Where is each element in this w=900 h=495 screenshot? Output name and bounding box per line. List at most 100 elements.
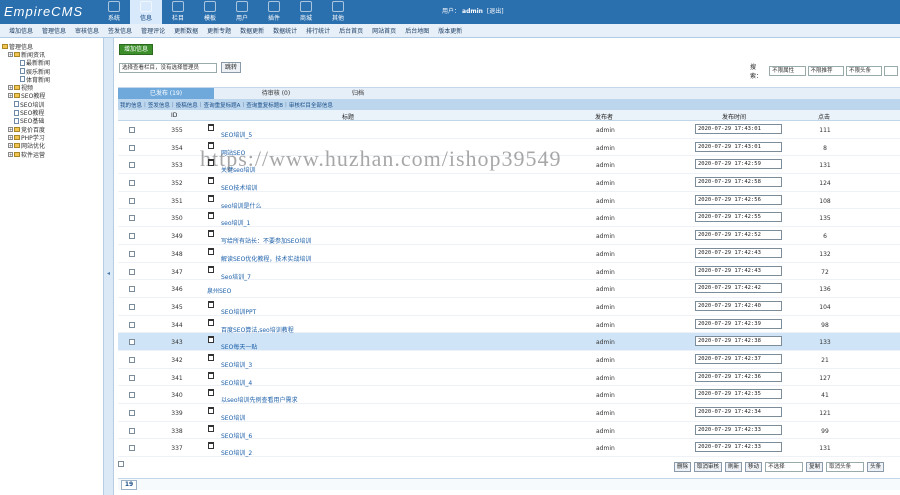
expand-icon[interactable]: + [8, 126, 13, 132]
submenu-item[interactable]: 网站首页 [372, 26, 396, 35]
delete-button[interactable]: 删除 [674, 462, 692, 472]
recommend-select[interactable]: 不限推荐 [807, 66, 844, 76]
row-checkbox[interactable] [129, 286, 135, 293]
row-checkbox[interactable] [129, 303, 135, 310]
submenu-item[interactable]: 签发信息 [108, 26, 132, 35]
row-title-link[interactable]: SEO培训_4 [221, 378, 252, 387]
tree-item[interactable]: + 新闻资讯 [2, 50, 101, 59]
row-title-link[interactable]: SEO培训_6 [221, 431, 252, 440]
submenu-item[interactable]: 审核信息 [75, 26, 99, 35]
table-row[interactable]: 350 seo培训_1 admin 2020-07-29 17:42:55 135 [118, 209, 900, 227]
tree-item[interactable]: 管理信息 [2, 42, 101, 51]
tree-item[interactable]: SEO基础 [2, 117, 101, 125]
row-title-link[interactable]: SEO每天一贴 [221, 342, 257, 351]
row-title-link[interactable]: SEO技术培训 [221, 183, 257, 192]
table-row[interactable]: 355 SEO培训_5 admin 2020-07-29 17:43:01 111 [118, 121, 900, 139]
topnav-item[interactable]: 系统 [98, 0, 130, 24]
tree-item[interactable]: + 网站优化 [2, 142, 101, 150]
row-time-field[interactable]: 2020-07-29 17:42:37 [695, 353, 782, 364]
submenu-item[interactable]: 更新数据 [174, 26, 198, 35]
table-row[interactable]: 341 SEO培训_4 admin 2020-07-29 17:42:36 127 [118, 369, 900, 387]
row-time-field[interactable]: 2020-07-29 17:43:01 [695, 124, 782, 134]
table-row[interactable]: 348 解读SEO优化教程，技术实战培训 admin 2020-07-29 17:42… [118, 245, 900, 263]
row-checkbox[interactable] [129, 180, 135, 187]
row-time-field[interactable]: 2020-07-29 17:42:34 [695, 407, 782, 417]
row-checkbox[interactable] [129, 250, 135, 257]
tree-item[interactable]: + 视频 [2, 83, 101, 92]
tree-item[interactable]: + PHP学习 [2, 133, 101, 142]
row-title-link[interactable]: 百度SEO算法,seo培训教程 [221, 325, 294, 334]
expand-icon[interactable]: + [8, 51, 13, 57]
row-time-field[interactable]: 2020-07-29 17:42:43 [695, 265, 782, 276]
expand-icon[interactable]: + [8, 134, 13, 140]
expand-icon[interactable]: + [8, 143, 13, 149]
action-link[interactable]: 查询重复标题A [204, 101, 241, 109]
tree-item[interactable]: SEO教程 [2, 108, 101, 117]
row-checkbox[interactable] [129, 162, 135, 169]
jump-button[interactable]: 跳转 [221, 62, 242, 73]
row-checkbox[interactable] [129, 215, 135, 222]
row-title-link[interactable]: seo培训_1 [221, 218, 250, 227]
row-checkbox[interactable] [129, 445, 135, 452]
row-title-link[interactable]: 写给所有站长：不要参加SEO培训 [221, 236, 311, 245]
logout-link[interactable]: [退出] [487, 8, 504, 15]
action-link[interactable]: 投稿信息 [176, 101, 198, 109]
table-row[interactable]: 337 SEO培训_2 admin 2020-07-29 17:42:33 131 [118, 439, 900, 457]
col-time[interactable]: 发布时间 [722, 112, 746, 121]
tree-item[interactable]: + 软件运营 [2, 150, 101, 159]
submenu-item[interactable]: 排行统计 [306, 26, 330, 35]
row-title-link[interactable]: SEO培训_3 [221, 360, 252, 369]
table-row[interactable]: 339 SEO培训 admin 2020-07-29 17:42:34 121 [118, 404, 900, 422]
move-target-select[interactable]: 不选择 [765, 462, 804, 472]
row-title-link[interactable]: 以seo培训先例查看用户需求 [221, 395, 298, 404]
headline-button[interactable]: 头条 [867, 462, 885, 472]
tree-item[interactable]: 最新新闻 [2, 59, 101, 67]
expand-icon[interactable]: + [8, 85, 13, 91]
tree-item[interactable]: SEO培训 [2, 100, 101, 109]
row-time-field[interactable]: 2020-07-29 17:42:36 [695, 371, 782, 382]
row-time-field[interactable]: 2020-07-29 17:42:39 [695, 318, 782, 329]
submenu-item[interactable]: 管理信息 [42, 26, 66, 35]
row-time-field[interactable]: 2020-07-29 17:42:38 [695, 336, 782, 347]
table-row[interactable]: 338 SEO培训_6 admin 2020-07-29 17:42:33 99 [118, 422, 900, 440]
col-clicks[interactable]: 点击 [818, 112, 830, 121]
row-checkbox[interactable] [129, 321, 135, 328]
submenu-item[interactable]: 更新专题 [207, 26, 231, 35]
row-time-field[interactable]: 2020-07-29 17:42:43 [695, 247, 782, 258]
row-checkbox[interactable] [129, 127, 135, 133]
attr-select[interactable]: 不限属性 [769, 66, 806, 76]
action-link[interactable]: 审核栏目全部信息 [289, 101, 333, 109]
headline-action-select[interactable]: 取消头条 [826, 462, 865, 472]
row-title-link[interactable]: Seo培训_7 [221, 272, 251, 281]
submenu-item[interactable]: 版本更新 [438, 26, 462, 35]
expand-icon[interactable]: + [8, 151, 13, 157]
topnav-item[interactable]: 信息 [130, 0, 162, 24]
action-link[interactable]: 签发信息 [148, 101, 170, 109]
select-all-checkbox[interactable] [118, 461, 124, 467]
row-time-field[interactable]: 2020-07-29 17:42:40 [695, 300, 782, 311]
row-title-link[interactable]: seo培训是什么 [221, 201, 262, 210]
row-time-field[interactable]: 2020-07-29 17:43:01 [695, 141, 782, 152]
row-time-field[interactable]: 2020-07-29 17:42:59 [695, 159, 782, 170]
submenu-item[interactable]: 后台首页 [339, 26, 363, 35]
submenu-item[interactable]: 后台地图 [405, 26, 429, 35]
row-checkbox[interactable] [129, 427, 135, 434]
collapse-arrow-icon[interactable]: ◂ [107, 270, 110, 277]
row-checkbox[interactable] [129, 268, 135, 275]
row-title-link[interactable]: 解读SEO优化教程，技术实战培训 [221, 254, 311, 263]
row-checkbox[interactable] [129, 233, 135, 240]
tree-item[interactable]: + 竞价百度 [2, 125, 101, 134]
topnav-item[interactable]: 商城 [290, 0, 322, 24]
expand-icon[interactable]: + [8, 93, 13, 99]
add-info-button[interactable]: 增加信息 [119, 44, 154, 55]
topnav-item[interactable]: 用户 [226, 0, 258, 24]
action-link[interactable]: 我的信息 [120, 101, 142, 109]
search-input[interactable] [884, 66, 898, 76]
row-time-field[interactable]: 2020-07-29 17:42:58 [695, 177, 782, 188]
submenu-item[interactable]: 管理评论 [141, 26, 165, 35]
row-title-link[interactable]: 泉州SEO [207, 286, 231, 295]
tree-item[interactable]: 体育新闻 [2, 75, 101, 84]
unaudit-button[interactable]: 取消审核 [694, 462, 723, 472]
table-row[interactable]: 344 百度SEO算法,seo培训教程 admin 2020-07-29 17:42:… [118, 316, 900, 334]
row-title-link[interactable]: SEO培训_2 [221, 448, 252, 457]
